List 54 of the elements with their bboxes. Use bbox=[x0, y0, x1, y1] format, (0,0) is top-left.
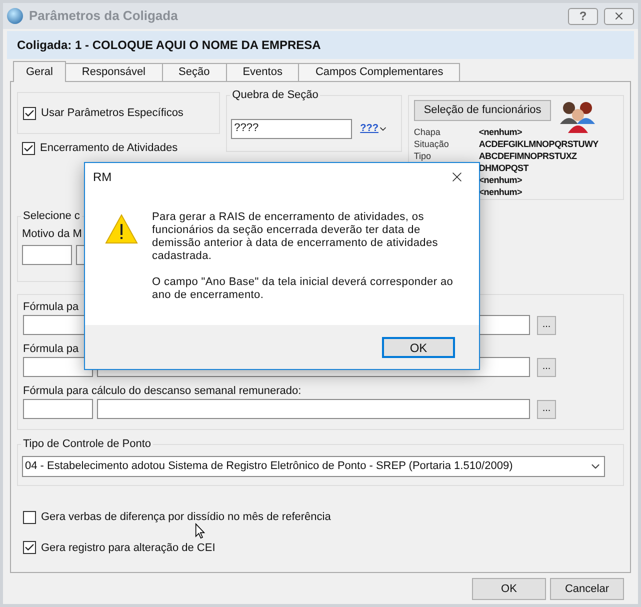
field-label: Motivo da M bbox=[22, 227, 82, 242]
option-label: Encerramento de Atividades bbox=[40, 141, 178, 156]
help-button[interactable]: ? bbox=[568, 8, 598, 24]
section-break-field[interactable]: ???? bbox=[231, 118, 352, 138]
checkbox[interactable] bbox=[22, 142, 35, 155]
people-icon bbox=[559, 100, 598, 134]
browse-button[interactable]: ... bbox=[537, 316, 556, 334]
tab[interactable]: Campos Complementares bbox=[298, 63, 460, 81]
dialog-title: RM bbox=[93, 169, 113, 186]
field-label: Chapa bbox=[414, 126, 440, 136]
message-text: O campo "Ano Base" da tela inicial deverá corresponder ao ano de encerramento. bbox=[152, 276, 454, 302]
field-value: DHMOPQST bbox=[478, 164, 528, 172]
close-icon bbox=[613, 10, 625, 22]
field-value: <nenhum> bbox=[478, 128, 522, 136]
tab[interactable]: Seção bbox=[162, 63, 227, 81]
input-field[interactable] bbox=[23, 357, 93, 377]
app-logo-icon bbox=[7, 8, 23, 24]
input-field[interactable] bbox=[97, 399, 530, 419]
field-label: Situação bbox=[414, 138, 449, 148]
ok-button[interactable]: OK bbox=[382, 336, 455, 358]
option-label: Gera registro para alteração de CEI bbox=[41, 540, 216, 556]
field-value: <nenhum> bbox=[478, 176, 522, 184]
formula-label: Fórmula pa bbox=[23, 342, 79, 357]
field-label: Tipo bbox=[414, 150, 432, 160]
tab[interactable]: Responsável bbox=[64, 63, 162, 81]
close-button[interactable] bbox=[604, 8, 634, 24]
field-value: <nenhum> bbox=[478, 188, 522, 196]
tab[interactable]: Eventos bbox=[226, 63, 300, 81]
warning-icon bbox=[105, 214, 138, 244]
company-title: Coligada: 1 - COLOQUE AQUI O NOME DA EMPRESA bbox=[17, 37, 321, 54]
field-value: ABCDEFIMNOPRSTUXZ bbox=[478, 152, 577, 160]
group-legend: Quebra de Seção bbox=[230, 87, 320, 104]
mouse-cursor-icon bbox=[195, 523, 205, 539]
input-field[interactable] bbox=[23, 399, 93, 419]
formula-label: Fórmula para cálculo do descanso semanal remunerado: bbox=[23, 384, 302, 399]
tab[interactable]: Geral bbox=[13, 61, 66, 82]
browse-button[interactable]: ... bbox=[537, 400, 556, 418]
checkbox[interactable] bbox=[23, 106, 36, 120]
field-value: ACDEFGIKLMNOPQRSTUWY bbox=[478, 140, 598, 148]
dialog-button[interactable]: OK bbox=[472, 578, 546, 600]
checkbox[interactable] bbox=[23, 510, 36, 524]
message-text: Para gerar a RAIS de encerramento de atividades, os funcionários da seção encerrada deverão ter data de demissão anterior à data de encerramento de atividades cadastrada. bbox=[152, 211, 439, 263]
macro-button[interactable]: ??? bbox=[360, 121, 388, 136]
option-label: Usar Parâmetros Específicos bbox=[41, 106, 184, 121]
formula-label: Fórmula pa bbox=[23, 300, 79, 315]
window-title: Parâmetros da Coligada bbox=[29, 7, 178, 26]
employee-selection-button[interactable]: Seleção de funcionários bbox=[414, 100, 552, 121]
dialog-button[interactable]: Cancelar bbox=[550, 578, 624, 600]
input-field[interactable] bbox=[22, 244, 72, 264]
group-legend: Tipo de Controle de Ponto bbox=[21, 436, 154, 452]
browse-button[interactable]: ... bbox=[537, 358, 556, 376]
option-label: Gera verbas de diferença por dissídio no mês de referência bbox=[41, 510, 331, 525]
time-control-select[interactable]: 04 - Estabelecimento adotou Sistema de Registro Eletrônico de Ponto - SREP (Portaria 1.510/2009) bbox=[22, 456, 605, 477]
checkbox[interactable] bbox=[23, 541, 36, 554]
